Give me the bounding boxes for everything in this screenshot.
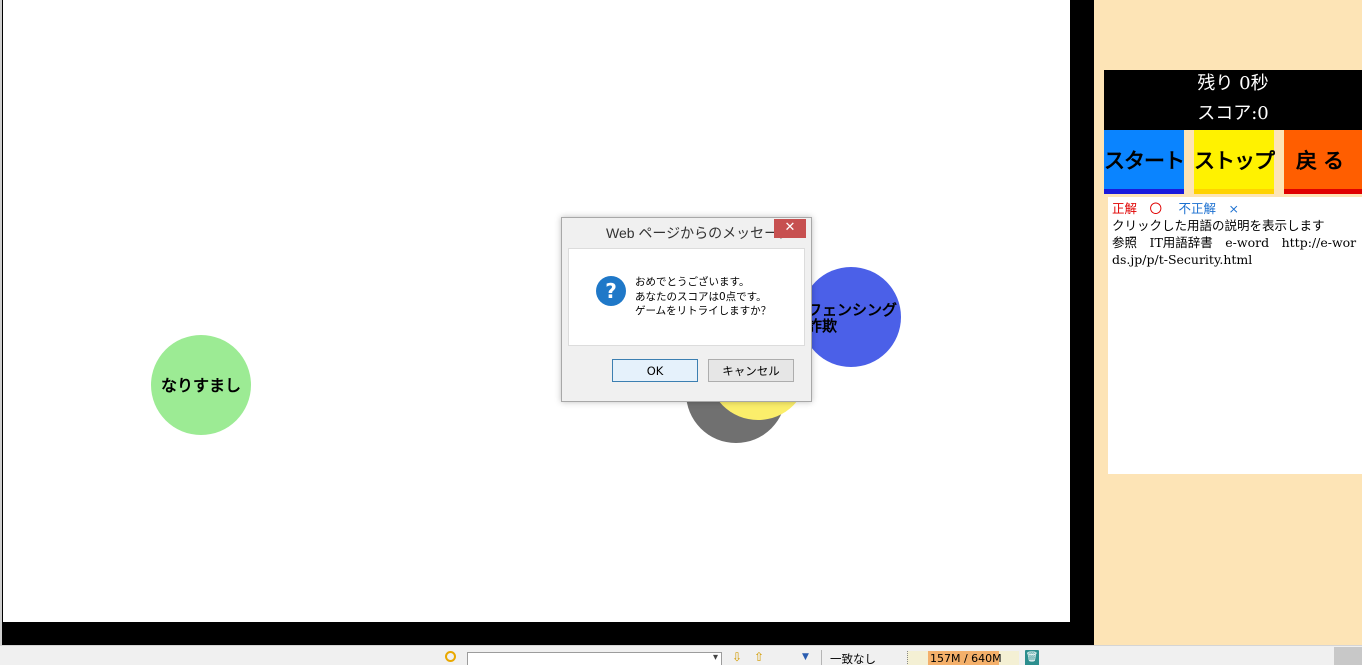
search-options-icon[interactable]: ▼ [802, 652, 809, 662]
score-display: スコア:0 [1197, 103, 1269, 124]
reference-text: 参照 IT用語辞書 e-word http://e-words.jp/p/t-S… [1112, 235, 1357, 267]
timer-score-box: 残り 0秒 スコア:0 [1104, 70, 1362, 130]
legend-incorrect: 不正解 × [1178, 201, 1239, 216]
description-box: 正解 〇 不正解 × クリックした用語の説明を表示します 参照 IT用語辞書 e… [1108, 197, 1362, 474]
dialog-message: おめでとうございます。 あなたのスコアは0点です。 ゲームをリトライしますか？ [635, 275, 771, 319]
back-button[interactable]: 戻る [1284, 130, 1362, 194]
dialog-message-line: あなたのスコアは0点です。 [635, 290, 767, 303]
description-text: クリックした用語の説明を表示します [1112, 218, 1325, 233]
game-area[interactable]: なりすまし パ フェンシング 詐欺 [3, 0, 1070, 622]
chevron-down-icon[interactable]: ▾ [713, 652, 718, 663]
legend-correct: 正解 〇 [1112, 201, 1163, 216]
dialog-close-button[interactable]: ✕ [774, 219, 806, 238]
start-button[interactable]: スタート [1104, 130, 1185, 194]
find-next-icon[interactable]: ⇩ [732, 650, 742, 664]
remaining-time: 残り 0秒 [1197, 73, 1269, 94]
dialog-message-line: ゲームをリトライしますか？ [635, 305, 772, 317]
divider [821, 650, 822, 665]
stop-button[interactable]: ストップ [1194, 130, 1275, 194]
start-button-label: スタート [1104, 148, 1185, 173]
trash-icon[interactable]: 🗑 [1025, 650, 1039, 665]
stop-button-label: ストップ [1194, 148, 1275, 173]
game-board: なりすまし パ フェンシング 詐欺 [0, 0, 1094, 645]
dialog-message-line: おめでとうございます。 [635, 276, 750, 288]
status-bar: ▾ ⇩ ⇧ ▼ 一致なし 157M / 640M 🗑 [0, 645, 1362, 665]
match-status: 一致なし [830, 652, 876, 665]
board-border [0, 0, 2, 645]
word-ball-phishing[interactable]: フェンシング 詐欺 [801, 267, 901, 367]
memory-meter-text: 157M / 640M [930, 652, 1002, 665]
dialog-cancel-button[interactable]: キャンセル [708, 359, 794, 382]
find-previous-icon[interactable]: ⇧ [754, 650, 764, 664]
memory-meter: 157M / 640M [907, 651, 1019, 665]
word-ball-phishing-label: フェンシング 詐欺 [807, 301, 898, 335]
message-dialog: Web ページからのメッセージ ✕ ? おめでとうございます。 あなたのスコアは… [561, 217, 812, 402]
back-button-label: 戻る [1296, 148, 1350, 173]
legend: 正解 〇 不正解 × [1112, 200, 1358, 217]
word-ball-narisumashi[interactable]: なりすまし [151, 335, 251, 435]
search-icon [445, 651, 456, 662]
search-input[interactable]: ▾ [467, 652, 722, 665]
question-icon: ? [596, 276, 626, 306]
status-bar-corner [1334, 647, 1362, 665]
dialog-ok-button[interactable]: OK [612, 359, 698, 382]
side-panel: 残り 0秒 スコア:0 スタート ストップ 戻る 正解 〇 不正解 × クリック… [1094, 0, 1362, 645]
dialog-body: ? おめでとうございます。 あなたのスコアは0点です。 ゲームをリトライしますか… [568, 248, 805, 346]
